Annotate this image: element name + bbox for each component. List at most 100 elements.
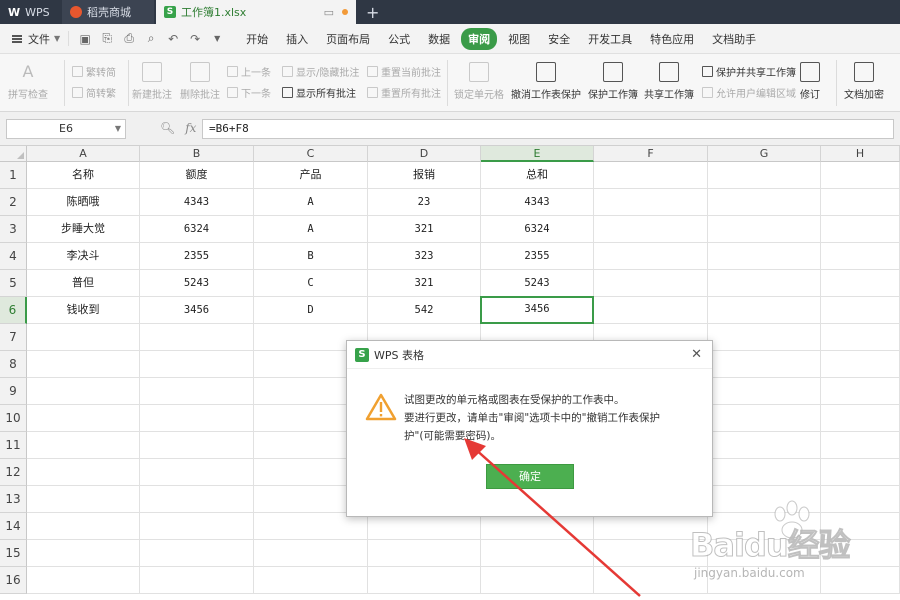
cell[interactable]: B	[254, 243, 368, 270]
cell[interactable]	[821, 324, 900, 351]
allow-edit-ranges-button[interactable]: 允许用户编辑区域	[702, 85, 796, 100]
cell[interactable]	[27, 351, 140, 378]
cell[interactable]: 额度	[140, 162, 254, 189]
column-header[interactable]: G	[708, 146, 821, 162]
cell[interactable]	[254, 513, 368, 540]
cell[interactable]: 323	[368, 243, 481, 270]
file-menu-button[interactable]: 文件 ▼	[0, 31, 68, 47]
cell[interactable]	[594, 243, 708, 270]
delete-comment-button[interactable]: 删除批注	[180, 62, 220, 101]
cell[interactable]	[708, 297, 821, 324]
cell[interactable]	[481, 513, 594, 540]
cell[interactable]	[821, 297, 900, 324]
column-header[interactable]: H	[821, 146, 900, 162]
cell[interactable]: 6324	[140, 216, 254, 243]
active-cell[interactable]: 3456	[480, 296, 594, 324]
spell-check-button[interactable]: A 拼写检查	[8, 62, 48, 101]
row-header[interactable]: 2	[0, 189, 27, 216]
column-header[interactable]: C	[254, 146, 368, 162]
menu-tab[interactable]: 安全	[541, 28, 577, 50]
cell[interactable]: 5243	[140, 270, 254, 297]
cell[interactable]	[821, 243, 900, 270]
formula-input[interactable]: =B6+F8	[202, 119, 894, 139]
cell[interactable]	[708, 378, 821, 405]
cell[interactable]	[821, 351, 900, 378]
cell[interactable]	[708, 189, 821, 216]
cell[interactable]	[140, 486, 254, 513]
cell[interactable]: 23	[368, 189, 481, 216]
cell[interactable]	[481, 540, 594, 567]
cell[interactable]: 5243	[481, 270, 594, 297]
cell[interactable]: C	[254, 270, 368, 297]
more-icon[interactable]: ▼	[211, 34, 223, 43]
cell[interactable]: 报销	[368, 162, 481, 189]
cell[interactable]	[708, 270, 821, 297]
row-header[interactable]: 6	[0, 297, 27, 324]
menu-tab[interactable]: 开发工具	[581, 28, 639, 50]
close-icon[interactable]: ✕	[691, 347, 702, 362]
menu-tab[interactable]: 公式	[381, 28, 417, 50]
row-header[interactable]: 10	[0, 405, 27, 432]
row-header[interactable]: 15	[0, 540, 27, 567]
function-icon[interactable]: fx	[185, 121, 196, 135]
cell[interactable]: 李决斗	[27, 243, 140, 270]
cell[interactable]	[27, 324, 140, 351]
cell[interactable]: 普但	[27, 270, 140, 297]
cell[interactable]: 陈晒哦	[27, 189, 140, 216]
row-header[interactable]: 3	[0, 216, 27, 243]
row-header[interactable]: 4	[0, 243, 27, 270]
protect-workbook-button[interactable]: 保护工作簿	[588, 62, 638, 101]
cell[interactable]	[254, 540, 368, 567]
lock-cell-button[interactable]: 锁定单元格	[454, 62, 504, 101]
cell[interactable]	[27, 486, 140, 513]
save-icon[interactable]: ▣	[79, 32, 91, 46]
zoom-icon[interactable]: 🔍︎	[160, 121, 175, 135]
new-comment-button[interactable]: 新建批注	[132, 62, 172, 101]
cell[interactable]	[821, 405, 900, 432]
menu-tab[interactable]: 文档助手	[705, 28, 763, 50]
cell[interactable]	[368, 540, 481, 567]
cell[interactable]	[821, 432, 900, 459]
row-header[interactable]: 8	[0, 351, 27, 378]
share-workbook-button[interactable]: 共享工作簿	[644, 62, 694, 101]
cell[interactable]	[594, 216, 708, 243]
cell[interactable]	[708, 459, 821, 486]
cell[interactable]: 钱收到	[27, 297, 140, 324]
row-header[interactable]: 16	[0, 567, 27, 594]
undo-icon[interactable]: ↶	[167, 32, 179, 46]
cell[interactable]	[140, 378, 254, 405]
cell[interactable]	[594, 297, 708, 324]
tab-store[interactable]: 稻壳商城	[62, 0, 154, 24]
cell[interactable]: D	[254, 297, 368, 324]
cell[interactable]	[821, 189, 900, 216]
unprotect-sheet-button[interactable]: 撤消工作表保护	[511, 62, 581, 101]
column-header[interactable]: B	[140, 146, 254, 162]
redo-icon[interactable]: ↷	[189, 32, 201, 46]
cell[interactable]	[708, 351, 821, 378]
cell[interactable]	[708, 405, 821, 432]
cell[interactable]	[254, 567, 368, 594]
export-icon[interactable]: ⎘	[101, 31, 113, 46]
simp-to-trad-button[interactable]: 简转繁	[72, 85, 116, 100]
column-header[interactable]: D	[368, 146, 481, 162]
cell[interactable]	[708, 243, 821, 270]
cell[interactable]	[594, 189, 708, 216]
row-header[interactable]: 7	[0, 324, 27, 351]
cell[interactable]	[140, 567, 254, 594]
cell[interactable]	[140, 351, 254, 378]
menu-tab[interactable]: 审阅	[461, 27, 498, 50]
cell[interactable]	[27, 378, 140, 405]
cell[interactable]	[708, 432, 821, 459]
row-header[interactable]: 5	[0, 270, 27, 297]
cell[interactable]	[368, 513, 481, 540]
cell[interactable]: 2355	[140, 243, 254, 270]
row-header[interactable]: 14	[0, 513, 27, 540]
row-header[interactable]: 11	[0, 432, 27, 459]
menu-tab[interactable]: 数据	[421, 28, 457, 50]
cell[interactable]	[708, 216, 821, 243]
cell[interactable]	[27, 405, 140, 432]
cell[interactable]	[27, 567, 140, 594]
protect-and-share-button[interactable]: 保护并共享工作簿	[702, 64, 796, 79]
menu-tab[interactable]: 视图	[501, 28, 537, 50]
cell[interactable]	[708, 324, 821, 351]
